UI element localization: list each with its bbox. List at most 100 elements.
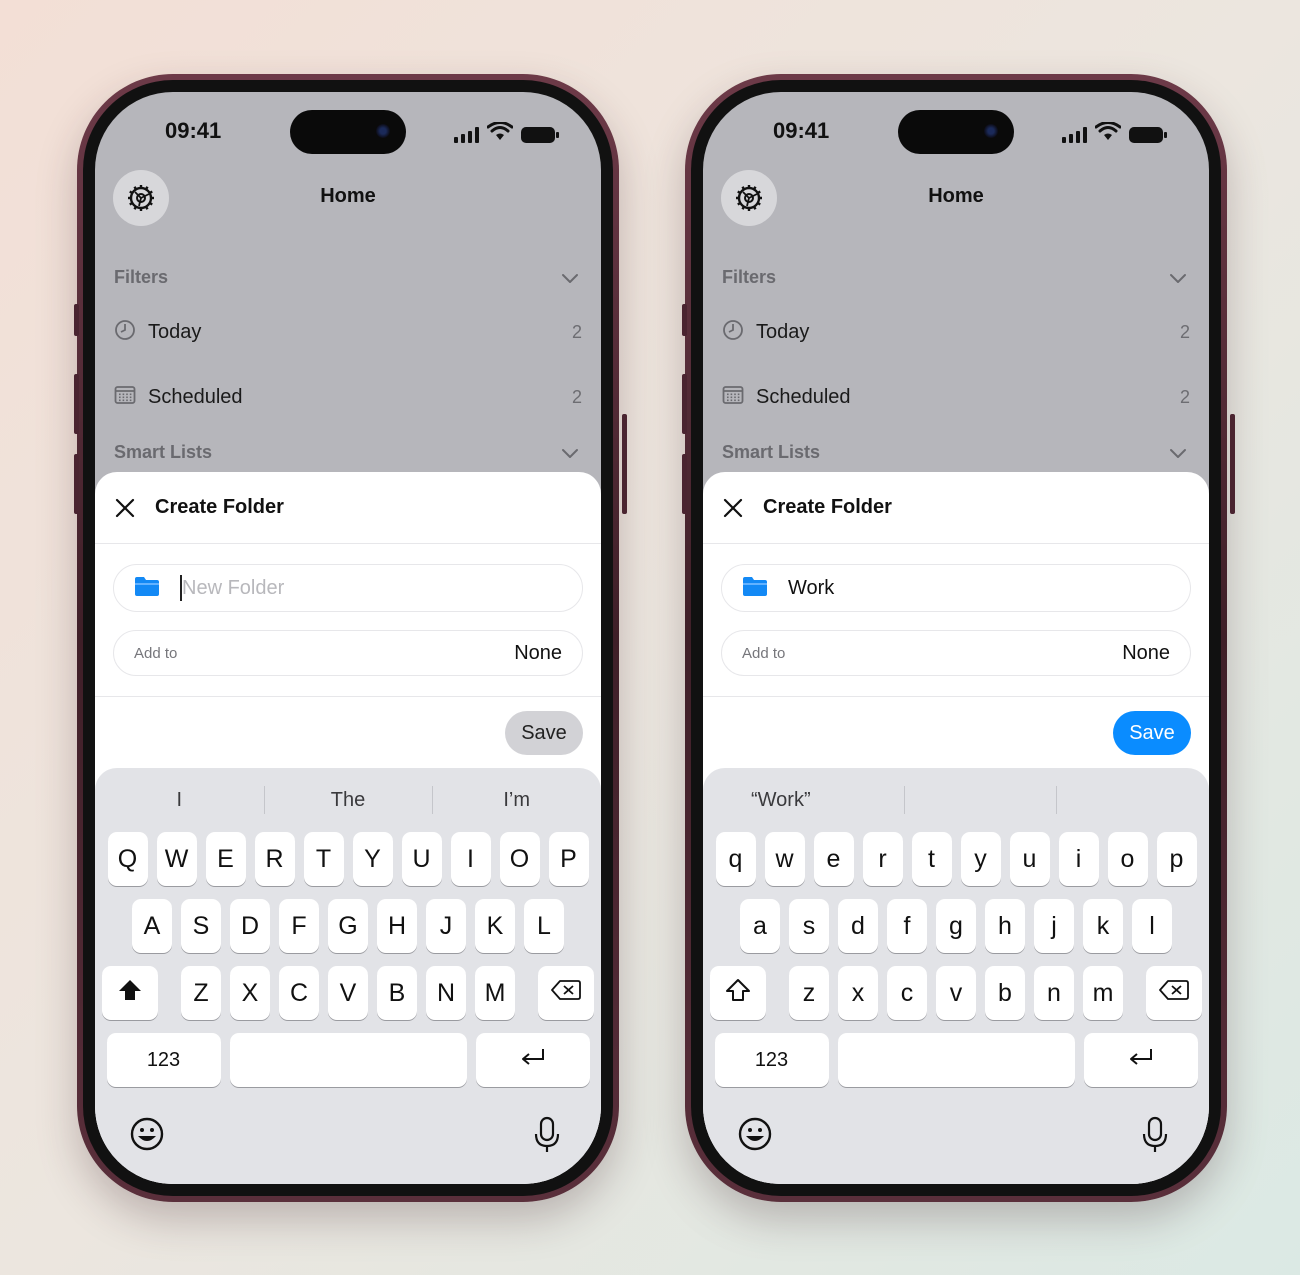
emoji-icon[interactable] [129,1116,165,1157]
key[interactable]: V [328,966,368,1020]
key[interactable]: Z [181,966,221,1020]
key[interactable]: m [1083,966,1123,1020]
key[interactable]: Q [107,832,148,886]
key[interactable]: G [328,899,368,953]
folder-icon [134,575,160,602]
close-icon[interactable] [113,496,137,520]
key[interactable]: x [838,966,878,1020]
key[interactable]: u [1009,832,1050,886]
mic-icon[interactable] [1141,1116,1169,1159]
return-key[interactable] [1083,1033,1198,1087]
key[interactable]: B [377,966,417,1020]
key[interactable]: S [181,899,221,953]
shift-key[interactable] [102,966,158,1020]
folder-name-field[interactable]: New Folder [113,564,583,612]
close-icon[interactable] [721,496,745,520]
suggestion-item[interactable]: I [95,780,264,820]
suggestion-item[interactable]: The [263,780,433,820]
key[interactable]: z [789,966,829,1020]
key[interactable]: L [524,899,564,953]
key[interactable]: f [887,899,927,953]
add-to-field[interactable]: Add to None [721,630,1191,676]
key[interactable]: b [985,966,1025,1020]
key[interactable]: v [936,966,976,1020]
space-key[interactable] [837,1033,1075,1087]
hardware-button [682,374,687,434]
key[interactable]: K [475,899,515,953]
key[interactable]: E [205,832,246,886]
add-to-value: None [1122,641,1170,664]
save-button[interactable]: Save [505,711,583,755]
hardware-button [682,454,687,514]
section-smart-lists[interactable]: Smart Lists [114,442,212,463]
save-button[interactable]: Save [1113,711,1191,755]
key[interactable]: k [1083,899,1123,953]
key[interactable]: N [426,966,466,1020]
key[interactable]: F [279,899,319,953]
emoji-icon[interactable] [737,1116,773,1157]
section-filters[interactable]: Filters [114,267,168,288]
suggestion-item[interactable] [903,780,1057,820]
key[interactable]: W [156,832,197,886]
section-filters[interactable]: Filters [722,267,776,288]
numbers-key[interactable]: 123 [714,1033,829,1087]
key[interactable]: D [230,899,270,953]
key[interactable]: A [132,899,172,953]
key[interactable]: Y [352,832,393,886]
key[interactable]: l [1132,899,1172,953]
key[interactable]: o [1107,832,1148,886]
delete-key[interactable] [1146,966,1202,1020]
chevron-down-icon[interactable] [1169,272,1187,290]
key[interactable]: U [401,832,442,886]
key[interactable]: I [450,832,491,886]
key[interactable]: a [740,899,780,953]
key[interactable]: c [887,966,927,1020]
key[interactable]: s [789,899,829,953]
key[interactable]: t [911,832,952,886]
suggestion-item[interactable]: I’m [432,780,601,820]
key[interactable]: T [303,832,344,886]
key[interactable]: i [1058,832,1099,886]
key[interactable]: p [1156,832,1197,886]
sheet-title: Create Folder [763,496,892,518]
add-to-field[interactable]: Add to None [113,630,583,676]
key[interactable]: j [1034,899,1074,953]
space-key[interactable] [229,1033,467,1087]
chevron-down-icon[interactable] [561,447,579,465]
divider [703,696,1209,697]
key[interactable]: M [475,966,515,1020]
key[interactable]: r [862,832,903,886]
section-smart-lists[interactable]: Smart Lists [722,442,820,463]
key[interactable]: n [1034,966,1074,1020]
return-key[interactable] [475,1033,590,1087]
folder-name-field[interactable]: Work [721,564,1191,612]
key[interactable]: C [279,966,319,1020]
return-icon [519,1046,547,1074]
key[interactable]: J [426,899,466,953]
key[interactable]: h [985,899,1025,953]
key[interactable]: g [936,899,976,953]
chevron-down-icon[interactable] [1169,447,1187,465]
delete-key[interactable] [538,966,594,1020]
key[interactable]: X [230,966,270,1020]
suggestion-item[interactable] [1056,780,1209,820]
mic-icon[interactable] [533,1116,561,1159]
suggestion-item[interactable]: “Work” [703,780,904,820]
key[interactable]: e [813,832,854,886]
shift-key[interactable] [710,966,766,1020]
key[interactable]: q [715,832,756,886]
key[interactable]: O [499,832,540,886]
list-item-today[interactable]: Today 2 [722,317,1190,347]
key[interactable]: P [548,832,589,886]
row-count: 2 [571,321,582,342]
chevron-down-icon[interactable] [561,272,579,290]
key[interactable]: d [838,899,878,953]
key[interactable]: R [254,832,295,886]
list-item-today[interactable]: Today 2 [114,317,582,347]
list-item-scheduled[interactable]: Scheduled 2 [114,382,582,412]
key[interactable]: H [377,899,417,953]
numbers-key[interactable]: 123 [106,1033,221,1087]
list-item-scheduled[interactable]: Scheduled 2 [722,382,1190,412]
key[interactable]: w [764,832,805,886]
key[interactable]: y [960,832,1001,886]
